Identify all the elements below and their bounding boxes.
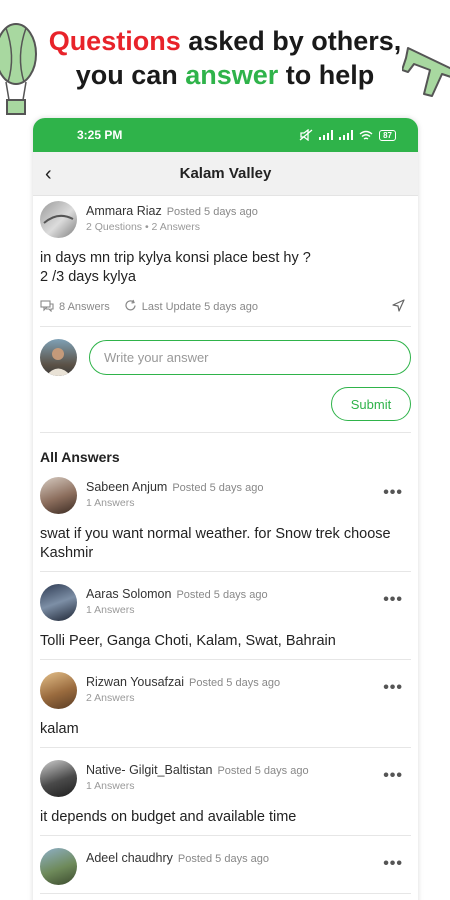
promo-text-2: you can [75, 60, 186, 90]
answer-author-name[interactable]: Native- Gilgit_Baltistan [86, 763, 212, 777]
answer-text: Tolli Peer, Ganga Choti, Kalam, Swat, Ba… [40, 633, 336, 649]
promo-word-questions: Questions [48, 26, 181, 56]
submit-row: Submit [40, 387, 411, 421]
promo-text-3: to help [278, 60, 375, 90]
answer-author-stats: 1 Answers [86, 497, 135, 509]
signal-icon-2 [339, 130, 354, 140]
answer-input[interactable] [89, 340, 411, 375]
more-dots-icon[interactable]: ••• [383, 484, 403, 502]
promo-text-1: asked by others, [180, 26, 402, 56]
answer-text: it depends on budget and available time [40, 809, 297, 825]
avatar-image [46, 348, 71, 376]
answer-text: kalam [40, 721, 79, 737]
more-dots-icon[interactable]: ••• [383, 855, 403, 873]
avatar[interactable] [40, 477, 77, 514]
last-update-label: Last Update 5 days ago [141, 301, 258, 313]
airplane-icon [402, 47, 450, 97]
divider [40, 432, 411, 433]
refresh-icon [124, 299, 137, 315]
status-icons: 87 [299, 129, 396, 141]
mute-icon [299, 129, 313, 141]
promo-word-answer: answer [185, 60, 279, 90]
answer-item: Rizwan Yousafzai Posted 5 days ago 2 Answ… [40, 660, 411, 748]
question-text: in days mn trip kylya konsi place best h… [40, 250, 311, 285]
phone-screen: 3:25 PM 87 ‹ Kalam Valley Ammara Riaz Pos… [33, 118, 418, 900]
answers-count[interactable]: 8 Answers [40, 299, 110, 315]
posted-time: Posted 5 days ago [166, 206, 258, 218]
status-bar: 3:25 PM 87 [33, 118, 418, 152]
avatar[interactable] [40, 201, 77, 238]
posted-time: Posted 5 days ago [172, 482, 264, 494]
answer-author-name[interactable]: Aaras Solomon [86, 587, 171, 601]
answer-author-name[interactable]: Sabeen Anjum [86, 480, 167, 494]
question-author-row: Ammara Riaz Posted 5 days ago 2 Questions… [40, 201, 411, 238]
question-card: Ammara Riaz Posted 5 days ago 2 Questions… [40, 196, 411, 327]
status-time: 3:25 PM [77, 128, 123, 142]
posted-time: Posted 5 days ago [177, 853, 269, 865]
promo-title: Questions asked by others, you can answe… [0, 24, 450, 92]
user-avatar [40, 339, 77, 376]
send-icon[interactable] [392, 299, 405, 315]
battery-indicator: 87 [379, 129, 396, 141]
avatar[interactable] [40, 760, 77, 797]
posted-time: Posted 5 days ago [217, 765, 309, 777]
wifi-icon [359, 130, 373, 140]
answer-item: Adeel chaudhry Posted 5 days ago ••• [40, 836, 411, 894]
answer-author-stats: 2 Answers [86, 692, 135, 704]
avatar[interactable] [40, 584, 77, 621]
answers-count-label: 8 Answers [59, 301, 110, 313]
answer-author-name[interactable]: Adeel chaudhry [86, 851, 173, 865]
divider [40, 326, 411, 327]
signal-icon [319, 130, 334, 140]
app-bar: ‹ Kalam Valley [33, 152, 418, 196]
promo-banner: Questions asked by others, you can answe… [0, 0, 450, 118]
author-stats: 2 Questions • 2 Answers [86, 221, 200, 233]
content-area: Ammara Riaz Posted 5 days ago 2 Questions… [33, 196, 418, 894]
answer-item: Sabeen Anjum Posted 5 days ago 1 Answers … [40, 465, 411, 572]
more-dots-icon[interactable]: ••• [383, 767, 403, 785]
answer-item: Native- Gilgit_Baltistan Posted 5 days ag… [40, 748, 411, 836]
page-title: Kalam Valley [179, 165, 272, 182]
avatar-image [43, 214, 74, 224]
all-answers-heading: All Answers [40, 449, 120, 465]
avatar[interactable] [40, 672, 77, 709]
question-stats: 8 Answers Last Update 5 days ago [40, 299, 411, 315]
author-meta: Ammara Riaz Posted 5 days ago 2 Questions… [86, 201, 258, 233]
submit-button[interactable]: Submit [331, 387, 411, 421]
more-dots-icon[interactable]: ••• [383, 591, 403, 609]
author-name[interactable]: Ammara Riaz [86, 204, 162, 218]
answer-author-stats: 1 Answers [86, 604, 135, 616]
posted-time: Posted 5 days ago [188, 677, 281, 689]
answer-author-name[interactable]: Rizwan Yousafzai [86, 675, 184, 689]
answer-item: Aaras Solomon Posted 5 days ago 1 Answers… [40, 572, 411, 660]
posted-time: Posted 5 days ago [176, 589, 268, 601]
answer-author-stats: 1 Answers [86, 780, 135, 792]
comments-icon [40, 299, 54, 315]
more-dots-icon[interactable]: ••• [383, 679, 403, 697]
last-update: Last Update 5 days ago [124, 299, 258, 315]
back-arrow-icon[interactable]: ‹ [45, 163, 52, 186]
avatar[interactable] [40, 848, 77, 885]
answer-text: swat if you want normal weather. for Sno… [40, 526, 391, 561]
answer-compose-row [40, 339, 411, 376]
